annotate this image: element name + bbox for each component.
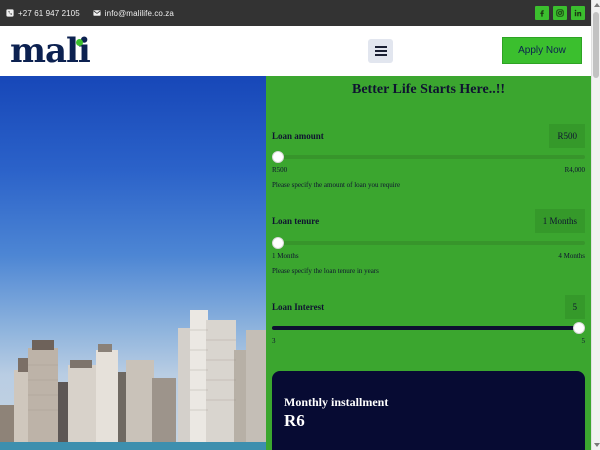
instagram-icon[interactable] — [553, 6, 567, 20]
loan-amount-range: R500 R4,000 — [272, 166, 585, 174]
loan-tenure-hint: Please specify the loan tenure in years — [272, 267, 379, 275]
mail-icon — [93, 10, 101, 16]
loan-tenure-label: Loan tenure — [272, 216, 320, 226]
calculator-title: Better Life Starts Here..!! — [351, 82, 506, 97]
mali-logo[interactable]: mali — [10, 31, 91, 71]
page-scrollbar[interactable] — [591, 0, 600, 450]
hamburger-icon[interactable] — [368, 39, 393, 63]
loan-tenure-slider[interactable] — [272, 237, 585, 249]
apply-now-button[interactable]: Apply Now — [502, 37, 582, 64]
scroll-down-icon[interactable] — [594, 443, 600, 447]
loan-calculator: Better Life Starts Here..!! Loan amount … — [266, 76, 591, 450]
loan-amount-max: R4,000 — [564, 166, 585, 174]
hero-city-image — [0, 76, 266, 450]
site-header: mali Apply Now — [0, 26, 591, 76]
loan-tenure-range: 1 Months 4 Months — [272, 252, 585, 260]
loan-amount-hint: Please specify the amount of loan you re… — [272, 181, 401, 189]
phone-icon — [6, 9, 14, 17]
logo-text: mali — [10, 31, 91, 71]
loan-interest-max: 5 — [581, 337, 586, 345]
loan-amount-handle[interactable] — [272, 151, 284, 163]
loan-interest-handle[interactable] — [573, 322, 585, 334]
monthly-installment-value: R6 — [284, 411, 305, 430]
facebook-icon[interactable] — [535, 6, 549, 20]
loan-interest-range: 3 5 — [272, 337, 585, 345]
loan-amount-slider[interactable] — [272, 151, 585, 163]
top-contact-bar: +27 61 947 2105 info@malilife.co.za — [0, 0, 591, 26]
monthly-installment-title: Monthly installment — [284, 395, 389, 409]
city-skyline-image — [0, 310, 266, 450]
linkedin-icon[interactable] — [571, 6, 585, 20]
loan-amount-value[interactable]: R500 — [549, 124, 585, 148]
loan-tenure-value[interactable]: 1 Months — [534, 209, 585, 233]
loan-interest-slider[interactable] — [272, 322, 585, 334]
social-links — [535, 6, 585, 20]
scrollbar-thumb[interactable] — [593, 12, 599, 78]
loan-tenure-handle[interactable] — [272, 237, 284, 249]
scroll-up-icon[interactable] — [594, 3, 600, 7]
loan-interest-label: Loan Interest — [272, 302, 325, 312]
email-address[interactable]: info@malilife.co.za — [105, 9, 174, 18]
loan-tenure-max: 4 Months — [558, 252, 585, 260]
phone-number[interactable]: +27 61 947 2105 — [18, 9, 80, 18]
loan-interest-fill — [272, 326, 585, 330]
loan-tenure-min: 1 Months — [272, 252, 299, 260]
loan-amount-min: R500 — [272, 166, 288, 174]
loan-interest-value[interactable]: 5 — [564, 295, 585, 319]
loan-interest-min: 3 — [272, 337, 276, 345]
loan-amount-label: Loan amount — [272, 131, 324, 141]
monthly-installment-card: Monthly installment R6 — [272, 371, 585, 450]
logo-dot — [76, 39, 83, 46]
contact-info: +27 61 947 2105 info@malilife.co.za — [6, 9, 187, 18]
